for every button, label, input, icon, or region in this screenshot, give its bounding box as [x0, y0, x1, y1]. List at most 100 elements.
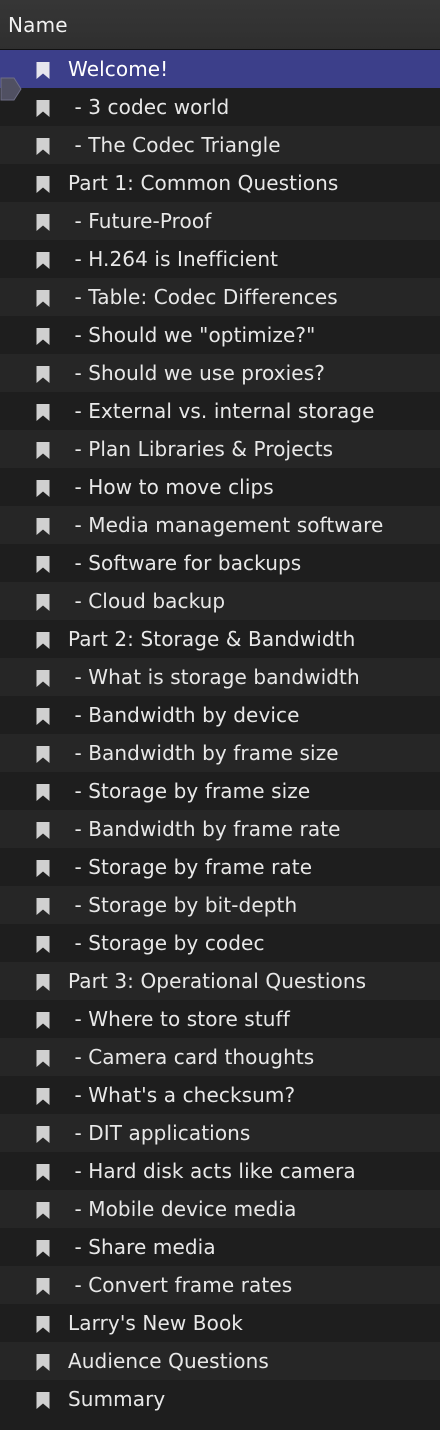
bookmark-icon [36, 936, 50, 953]
list-item[interactable]: - The Codec Triangle [0, 126, 440, 164]
bookmark-icon [36, 366, 50, 383]
list-item[interactable]: - What is storage bandwidth [0, 658, 440, 696]
list-item[interactable]: - Mobile device media [0, 1190, 440, 1228]
bookmark-icon [36, 442, 50, 459]
list-item-label: Part 1: Common Questions [68, 171, 339, 195]
list-item-label: Part 2: Storage & Bandwidth [68, 627, 356, 651]
list-item[interactable]: Part 2: Storage & Bandwidth [0, 620, 440, 658]
bookmark-icon [36, 594, 50, 611]
bookmark-icon [36, 1012, 50, 1029]
chapter-list: Welcome! - 3 codec world - The Codec Tri… [0, 50, 440, 1418]
list-item[interactable]: - Bandwidth by frame rate [0, 810, 440, 848]
list-item-label: Part 3: Operational Questions [68, 969, 367, 993]
list-item[interactable]: - Storage by bit-depth [0, 886, 440, 924]
list-item[interactable]: - What's a checksum? [0, 1076, 440, 1114]
list-item-label: - DIT applications [68, 1121, 251, 1145]
list-item-label: - Storage by frame size [68, 779, 311, 803]
list-item[interactable]: - How to move clips [0, 468, 440, 506]
bookmark-icon [36, 822, 50, 839]
name-column-header[interactable]: Name [0, 0, 440, 50]
list-item[interactable]: - Hard disk acts like camera [0, 1152, 440, 1190]
list-item[interactable]: Summary [0, 1380, 440, 1418]
list-item-label: - Mobile device media [68, 1197, 297, 1221]
bookmark-icon [36, 328, 50, 345]
bookmark-icon [36, 480, 50, 497]
bookmark-icon [36, 214, 50, 231]
list-item-label: - External vs. internal storage [68, 399, 375, 423]
list-item[interactable]: Audience Questions [0, 1342, 440, 1380]
list-item[interactable]: - Bandwidth by device [0, 696, 440, 734]
list-item-label: Summary [68, 1387, 166, 1411]
list-item[interactable]: - Convert frame rates [0, 1266, 440, 1304]
list-item-label: Audience Questions [68, 1349, 269, 1373]
chapter-list-panel: Name Welcome! - 3 codec world - The Code… [0, 0, 440, 1430]
list-item[interactable]: - External vs. internal storage [0, 392, 440, 430]
list-item-label: - Storage by codec [68, 931, 265, 955]
list-item-label: - What's a checksum? [68, 1083, 296, 1107]
list-item[interactable]: - Storage by codec [0, 924, 440, 962]
list-item[interactable]: - DIT applications [0, 1114, 440, 1152]
bookmark-icon [36, 1126, 50, 1143]
list-item-label: - Bandwidth by device [68, 703, 300, 727]
bookmark-icon [36, 1316, 50, 1333]
list-item[interactable]: - Camera card thoughts [0, 1038, 440, 1076]
bookmark-icon [36, 556, 50, 573]
bookmark-icon [36, 632, 50, 649]
list-item[interactable]: - Table: Codec Differences [0, 278, 440, 316]
list-item-label: - Storage by frame rate [68, 855, 313, 879]
list-item[interactable]: - Should we use proxies? [0, 354, 440, 392]
bookmark-icon [36, 290, 50, 307]
list-item[interactable]: - Where to store stuff [0, 1000, 440, 1038]
list-item-label: Larry's New Book [68, 1311, 243, 1335]
list-item-label: - Cloud backup [68, 589, 226, 613]
list-item[interactable]: Larry's New Book [0, 1304, 440, 1342]
list-item-label: - Should we "optimize?" [68, 323, 316, 347]
bookmark-icon [36, 1202, 50, 1219]
bookmark-icon [36, 898, 50, 915]
list-item-label: - Software for backups [68, 551, 302, 575]
bookmark-icon [36, 670, 50, 687]
list-item-label: - How to move clips [68, 475, 274, 499]
bookmark-icon [36, 176, 50, 193]
list-item[interactable]: - Should we "optimize?" [0, 316, 440, 354]
list-item[interactable]: Part 1: Common Questions [0, 164, 440, 202]
list-item-label: - Should we use proxies? [68, 361, 325, 385]
bookmark-icon [36, 100, 50, 117]
list-item-label: - Storage by bit-depth [68, 893, 298, 917]
bookmark-icon [36, 1392, 50, 1409]
list-item-label: - Hard disk acts like camera [68, 1159, 356, 1183]
list-item-label: - Share media [68, 1235, 216, 1259]
list-item[interactable]: - H.264 is Inefficient [0, 240, 440, 278]
list-item-label: - Bandwidth by frame rate [68, 817, 341, 841]
list-item[interactable]: - Share media [0, 1228, 440, 1266]
list-item[interactable]: - Future-Proof [0, 202, 440, 240]
list-item[interactable]: - Software for backups [0, 544, 440, 582]
list-item[interactable]: Welcome! [0, 50, 440, 88]
list-item-label: - 3 codec world [68, 95, 230, 119]
list-item[interactable]: - Storage by frame size [0, 772, 440, 810]
list-item[interactable]: Part 3: Operational Questions [0, 962, 440, 1000]
bookmark-icon [36, 1164, 50, 1181]
bookmark-icon [36, 1240, 50, 1257]
bookmark-icon [36, 518, 50, 535]
bookmark-icon [36, 138, 50, 155]
list-item-label: - Table: Codec Differences [68, 285, 338, 309]
bookmark-icon [36, 860, 50, 877]
bookmark-icon [36, 708, 50, 725]
list-item-label: Welcome! [68, 57, 169, 81]
list-item[interactable]: - Cloud backup [0, 582, 440, 620]
list-item[interactable]: - Storage by frame rate [0, 848, 440, 886]
bookmark-icon [36, 1050, 50, 1067]
bookmark-icon [36, 252, 50, 269]
playhead-marker-icon [0, 77, 22, 101]
bookmark-icon [36, 746, 50, 763]
bookmark-icon [36, 62, 50, 79]
list-item[interactable]: - Media management software [0, 506, 440, 544]
list-item-label: - Camera card thoughts [68, 1045, 315, 1069]
list-item-label: - Future-Proof [68, 209, 212, 233]
list-item[interactable]: - Plan Libraries & Projects [0, 430, 440, 468]
column-header-label: Name [8, 12, 68, 37]
list-item[interactable]: - Bandwidth by frame size [0, 734, 440, 772]
list-item[interactable]: - 3 codec world [0, 88, 440, 126]
bookmark-icon [36, 404, 50, 421]
